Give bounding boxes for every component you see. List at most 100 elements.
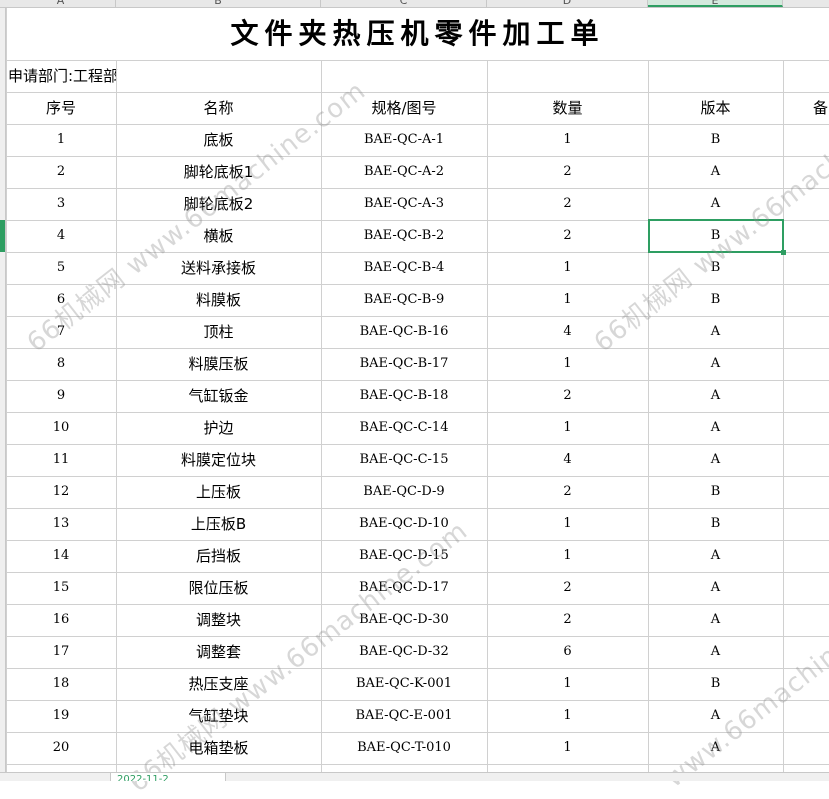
table-cell[interactable]: BAE-QC-A-2 <box>321 156 487 188</box>
header-version[interactable]: 版本 <box>648 92 783 124</box>
table-cell[interactable]: BAE-QC-A-1 <box>321 124 487 156</box>
table-cell[interactable]: BAE-QC-B-9 <box>321 284 487 316</box>
column-header-d[interactable]: D <box>487 0 648 7</box>
column-header-a[interactable]: A <box>6 0 116 7</box>
table-cell[interactable]: 顶柱 <box>116 316 321 348</box>
table-cell[interactable]: 12 <box>6 476 116 508</box>
table-cell[interactable]: BAE-QC-D-32 <box>321 636 487 668</box>
table-cell[interactable]: BAE-QC-D-15 <box>321 540 487 572</box>
table-cell[interactable]: BAE-QC-C-14 <box>321 412 487 444</box>
table-cell[interactable]: 气缸钣金 <box>116 380 321 412</box>
table-cell[interactable]: 9 <box>6 380 116 412</box>
table-cell[interactable]: B <box>648 284 783 316</box>
table-cell[interactable]: 调整块 <box>116 604 321 636</box>
table-cell[interactable]: 8 <box>6 348 116 380</box>
table-cell[interactable]: 15 <box>6 572 116 604</box>
table-cell[interactable]: A <box>648 636 783 668</box>
table-cell[interactable]: 后挡板 <box>116 540 321 572</box>
table-cell[interactable]: 2 <box>487 380 648 412</box>
department-cell[interactable]: 申请部门:工程部 <box>8 61 118 91</box>
table-cell[interactable]: 17 <box>6 636 116 668</box>
table-cell[interactable]: 2 <box>487 156 648 188</box>
header-name[interactable]: 名称 <box>116 92 321 124</box>
table-cell[interactable]: 2 <box>487 572 648 604</box>
table-cell[interactable]: A <box>648 732 783 764</box>
table-cell[interactable]: BAE-QC-B-4 <box>321 252 487 284</box>
table-cell[interactable]: 18 <box>6 668 116 700</box>
table-cell[interactable]: BAE-QC-D-10 <box>321 508 487 540</box>
table-cell[interactable]: 4 <box>6 220 116 252</box>
table-cell[interactable]: 热压支座 <box>116 668 321 700</box>
table-cell[interactable]: A <box>648 700 783 732</box>
table-cell[interactable]: A <box>648 412 783 444</box>
table-cell[interactable]: 调整套 <box>116 636 321 668</box>
table-cell[interactable]: A <box>648 348 783 380</box>
row-header-selected[interactable] <box>0 220 5 252</box>
column-header-c[interactable]: C <box>321 0 487 7</box>
table-cell[interactable]: 1 <box>6 124 116 156</box>
table-cell[interactable]: B <box>648 252 783 284</box>
table-cell[interactable]: 16 <box>6 604 116 636</box>
header-spec[interactable]: 规格/图号 <box>321 92 487 124</box>
table-cell[interactable]: 6 <box>487 636 648 668</box>
table-cell[interactable]: BAE-QC-A-3 <box>321 188 487 220</box>
table-cell[interactable]: BAE-QC-D-30 <box>321 604 487 636</box>
table-cell[interactable]: 料膜板 <box>116 284 321 316</box>
table-cell[interactable]: BAE-QC-T-010 <box>321 732 487 764</box>
table-cell[interactable]: 底板 <box>116 124 321 156</box>
table-cell[interactable]: BAE-QC-D-17 <box>321 572 487 604</box>
table-cell[interactable]: BAE-QC-C-15 <box>321 444 487 476</box>
table-cell[interactable]: 3 <box>6 188 116 220</box>
table-cell[interactable]: A <box>648 444 783 476</box>
table-cell[interactable]: 14 <box>6 540 116 572</box>
table-cell[interactable]: BAE-QC-B-16 <box>321 316 487 348</box>
header-qty[interactable]: 数量 <box>487 92 648 124</box>
table-cell[interactable]: 横板 <box>116 220 321 252</box>
table-cell[interactable]: 10 <box>6 412 116 444</box>
header-remark[interactable]: 备 <box>783 92 829 124</box>
table-cell[interactable]: A <box>648 540 783 572</box>
table-cell[interactable]: A <box>648 572 783 604</box>
table-cell[interactable]: 1 <box>487 124 648 156</box>
table-cell[interactable]: 护边 <box>116 412 321 444</box>
table-cell[interactable]: 1 <box>487 540 648 572</box>
table-cell[interactable]: A <box>648 316 783 348</box>
table-cell[interactable]: 1 <box>487 252 648 284</box>
table-cell[interactable]: A <box>648 156 783 188</box>
table-cell[interactable]: 7 <box>6 316 116 348</box>
table-cell[interactable]: 6 <box>6 284 116 316</box>
table-cell[interactable]: 11 <box>6 444 116 476</box>
table-cell[interactable]: A <box>648 188 783 220</box>
table-cell[interactable]: 2 <box>487 220 648 252</box>
table-cell[interactable]: 2 <box>487 476 648 508</box>
table-cell[interactable]: 1 <box>487 668 648 700</box>
table-cell[interactable]: 20 <box>6 732 116 764</box>
table-cell[interactable]: 1 <box>487 348 648 380</box>
table-cell[interactable]: A <box>648 604 783 636</box>
column-header-b[interactable]: B <box>116 0 321 7</box>
header-serial[interactable]: 序号 <box>6 92 116 124</box>
table-cell[interactable]: B <box>648 508 783 540</box>
table-cell[interactable]: BAE-QC-B-2 <box>321 220 487 252</box>
table-cell[interactable]: 电箱垫板 <box>116 732 321 764</box>
table-cell[interactable]: BAE-QC-D-9 <box>321 476 487 508</box>
table-cell[interactable]: 1 <box>487 412 648 444</box>
table-cell[interactable]: B <box>648 668 783 700</box>
table-cell[interactable]: 上压板 <box>116 476 321 508</box>
table-cell[interactable]: BAE-QC-E-001 <box>321 700 487 732</box>
table-cell[interactable]: 脚轮底板2 <box>116 188 321 220</box>
table-cell[interactable]: 1 <box>487 508 648 540</box>
table-cell[interactable]: A <box>648 380 783 412</box>
table-cell[interactable]: 料膜定位块 <box>116 444 321 476</box>
table-cell[interactable]: 13 <box>6 508 116 540</box>
table-cell[interactable]: 1 <box>487 700 648 732</box>
table-cell[interactable]: 脚轮底板1 <box>116 156 321 188</box>
table-cell[interactable]: 料膜压板 <box>116 348 321 380</box>
table-cell[interactable]: 5 <box>6 252 116 284</box>
table-cell[interactable]: 2 <box>487 604 648 636</box>
table-cell[interactable]: 1 <box>487 732 648 764</box>
table-cell[interactable]: 限位压板 <box>116 572 321 604</box>
table-cell[interactable]: 2 <box>6 156 116 188</box>
table-cell[interactable]: 4 <box>487 444 648 476</box>
table-cell[interactable]: 2 <box>487 188 648 220</box>
